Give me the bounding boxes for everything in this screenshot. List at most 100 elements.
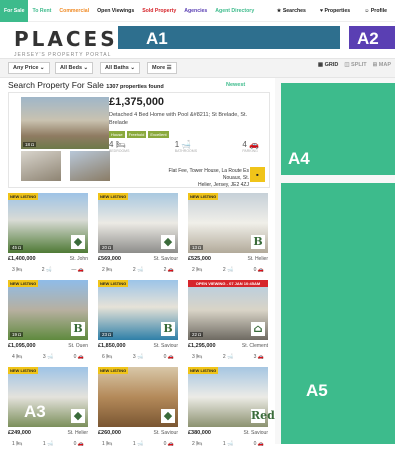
agent-logo[interactable]: B xyxy=(71,322,85,336)
photo-count: 18 ◘ xyxy=(23,142,36,147)
beds-value: 2 🛏 xyxy=(192,267,203,273)
listing-card[interactable]: NEW LISTING Red £380,000 St. Saviour 2 🛏 1 🛁 0… xyxy=(188,367,275,449)
listing-price: £569,000 xyxy=(98,256,121,262)
parking-value: 0 🚗 xyxy=(163,354,174,360)
agent-address: Flat Fee, Tower House, La Route Es Nouau… xyxy=(155,168,249,189)
tag-type: House xyxy=(109,131,125,138)
beds-value: 3 🛏 xyxy=(12,267,23,273)
baths-value: 2 🛁 xyxy=(222,354,234,360)
agent-address-line2: Helier, Jersey, JE2 4ZJ xyxy=(197,182,249,188)
baths-filter[interactable]: All Baths ⌄ xyxy=(100,62,140,74)
ad-banner-a4[interactable]: A4 xyxy=(281,83,395,175)
listing-card[interactable]: NEW LISTING ◆ £260,000 St. Saviour 1 🛏 1 🛁 0 🚗 xyxy=(98,367,178,449)
agent-address-line1: Flat Fee, Tower House, La Route Es Nouau… xyxy=(168,168,249,181)
listing-stats: 4 🛏 3 🛁 0 🚗 xyxy=(12,354,84,360)
featured-tags: House Freehold Excellent xyxy=(109,131,169,138)
listing-card[interactable]: NEW LISTING 13 ◘ B £525,000 St. Helier 2 🛏 2 🛁… xyxy=(188,193,268,275)
photo-count: 45 ◘ xyxy=(10,245,23,250)
listing-price: £380,000 xyxy=(188,430,211,436)
baths-label: BATHROOMS xyxy=(174,149,198,153)
listing-card[interactable]: NEW LISTING 45 ◘ ◆ £1,400,000 St. John 3 🛏 2 🛁… xyxy=(8,193,88,275)
baths-value: 2 🛁 xyxy=(222,267,234,273)
listing-price: £249,000 xyxy=(8,430,31,436)
price-filter[interactable]: Any Price ⌄ xyxy=(8,62,50,74)
nav-to-rent[interactable]: To Rent xyxy=(28,0,55,22)
nav-properties[interactable]: ♥ Properties xyxy=(316,0,354,22)
agent-logo[interactable]: B xyxy=(251,235,265,249)
listing-price: £1,850,000 xyxy=(98,343,126,349)
parking-value: — 🚗 xyxy=(71,267,84,273)
agent-logo[interactable]: B xyxy=(161,322,175,336)
beds-value: 3 🛏 xyxy=(192,354,203,360)
site-logo[interactable]: PLACES JERSEY'S PROPERTY PORTAL xyxy=(14,27,118,58)
nav-searches[interactable]: ★ Searches xyxy=(273,0,310,22)
baths-value: 2 🛁 xyxy=(132,267,144,273)
listing-price: £260,000 xyxy=(98,430,121,436)
more-filter[interactable]: More ☰ xyxy=(147,62,177,74)
listing-location: St. Ouen xyxy=(68,343,88,349)
listing-card[interactable]: NEW LISTING ◆ £249,000 St. Helier 1 🛏 1 🛁 0 🚗 xyxy=(8,367,88,449)
ad-banner-a2[interactable]: A2 xyxy=(349,26,395,49)
listing-stats: 3 🛏 2 🛁 — 🚗 xyxy=(12,267,84,273)
nav-open-viewings[interactable]: Open Viewings xyxy=(93,0,138,22)
agent-logo[interactable]: ◆ xyxy=(161,235,175,249)
agent-logo[interactable]: ◆ xyxy=(71,235,85,249)
agent-logo[interactable]: Red xyxy=(251,409,275,423)
listing-card[interactable]: NEW LISTING 20 ◘ ◆ £569,000 St. Saviour 2 🛏 2 … xyxy=(98,193,178,275)
sort-select[interactable]: Newest xyxy=(226,82,245,88)
listing-badge: NEW LISTING xyxy=(8,280,39,287)
listing-badge: NEW LISTING xyxy=(8,367,39,374)
featured-price: £1,375,000 xyxy=(109,96,165,108)
featured-thumb-1[interactable] xyxy=(21,151,61,181)
baths-value: 1 🛁 xyxy=(42,441,54,447)
results-heading: Search Property For Sale 1307 properties… xyxy=(8,80,164,90)
nav-commercial[interactable]: Commercial xyxy=(55,0,93,22)
baths-value: 1 🛁 xyxy=(222,441,234,447)
beds-label: BEDROOMS xyxy=(109,149,130,153)
beds-value: 6 🛏 xyxy=(102,354,113,360)
baths-stat: 1 🛁 BATHROOMS xyxy=(175,140,197,153)
tag-condition: Excellent xyxy=(148,131,169,138)
parking-label: PARKING xyxy=(242,149,258,153)
nav-sold-property[interactable]: Sold Property xyxy=(138,0,180,22)
parking-value: 0 🚗 xyxy=(73,354,84,360)
listing-card[interactable]: NEW LISTING 19 ◘ B £1,095,000 St. Ouen 4 🛏 3 🛁… xyxy=(8,280,88,362)
listing-stats: 1 🛏 1 🛁 0 🚗 xyxy=(12,441,84,447)
nav-profile[interactable]: ☺ Profile xyxy=(360,0,391,22)
photo-count: 22 ◘ xyxy=(190,332,203,337)
beds-filter[interactable]: All Beds ⌄ xyxy=(55,62,94,74)
baths-value: 3 🛁 xyxy=(132,354,144,360)
beds-value: 2 🛏 xyxy=(102,267,113,273)
listing-price: £525,000 xyxy=(188,256,211,262)
view-toggle: ▦ GRID ◫ SPLIT ⊞ MAP xyxy=(318,62,391,68)
ad-banner-a5[interactable]: A5 xyxy=(281,183,395,444)
parking-value: 0 🚗 xyxy=(73,441,84,447)
beds-value: 4 🛏 xyxy=(12,354,23,360)
agent-logo[interactable]: ◆ xyxy=(161,409,175,423)
listing-card[interactable]: NEW LISTING 23 ◘ B £1,850,000 St. Saviour 6 🛏… xyxy=(98,280,178,362)
listing-badge: NEW LISTING xyxy=(98,193,129,200)
baths-value: 1 🛁 xyxy=(174,140,192,149)
featured-thumb-2[interactable] xyxy=(70,151,110,181)
parking-value: 4 🚗 xyxy=(242,140,259,149)
map-view-button[interactable]: ⊞ MAP xyxy=(373,62,391,68)
listing-location: St. John xyxy=(69,256,88,262)
parking-value: 0 🚗 xyxy=(253,267,264,273)
featured-main-photo[interactable]: 18 ◘ xyxy=(21,97,109,149)
beds-value: 1 🛏 xyxy=(12,441,23,447)
nav-for-sale[interactable]: For Sale xyxy=(0,0,29,22)
nav-agencies[interactable]: Agencies xyxy=(180,0,211,22)
listing-card[interactable]: OPEN VIEWING - 07 JAN 10:45AM 22 ◘ ⌂ £1,295… xyxy=(188,280,268,362)
top-navigation: For Sale To Rent Commercial Open Viewing… xyxy=(0,0,395,22)
ad-banner-a1[interactable]: A1 xyxy=(118,26,340,49)
nav-agent-directory[interactable]: Agent Directory xyxy=(211,0,258,22)
ad-banner-a3[interactable]: A3 xyxy=(24,402,46,422)
listing-location: St. Saviour xyxy=(153,256,178,262)
agent-logo[interactable]: ⌂ xyxy=(251,322,265,336)
agent-logo[interactable]: ■ xyxy=(250,167,265,182)
grid-view-button[interactable]: ▦ GRID xyxy=(318,62,338,68)
split-view-button[interactable]: ◫ SPLIT xyxy=(344,62,366,68)
featured-description[interactable]: Detached 4 Bed Home with Pool &#8211; St… xyxy=(109,111,259,128)
agent-logo[interactable]: ◆ xyxy=(71,409,85,423)
photo-count: 13 ◘ xyxy=(190,245,203,250)
